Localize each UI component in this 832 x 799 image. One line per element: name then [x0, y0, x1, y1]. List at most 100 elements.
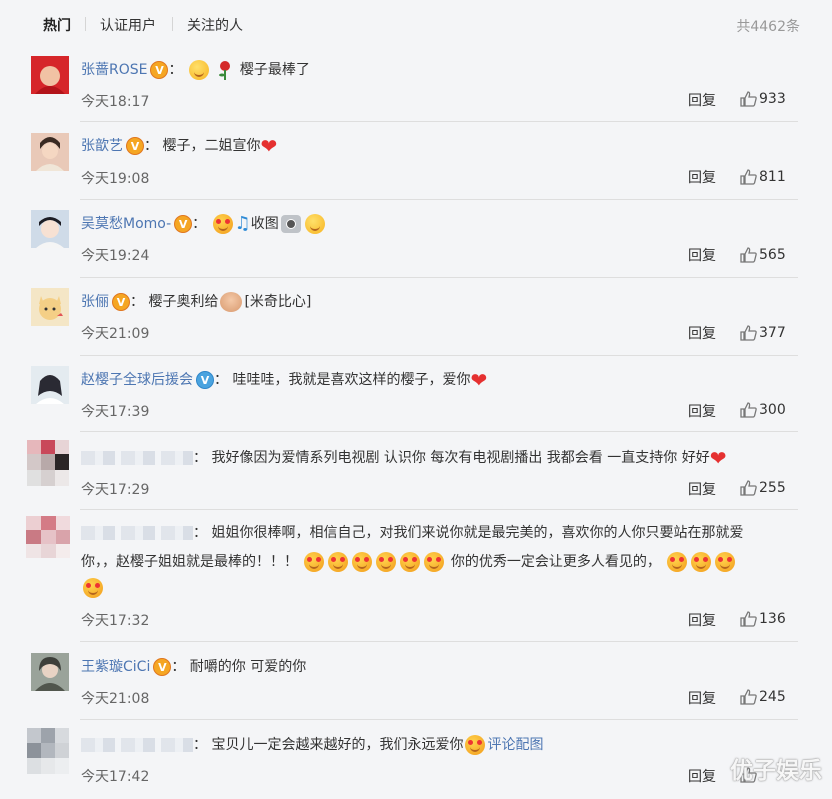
like-count: 377	[759, 325, 786, 341]
tab-divider	[172, 17, 173, 31]
username-link[interactable]: 吴莫愁Momo-	[81, 216, 171, 232]
comment-time: 今天17:42	[81, 769, 150, 785]
rose-emoji-icon	[219, 61, 231, 80]
comment-text-line-2: 你，，赵樱子姐姐就是最棒的！！！ 你的优秀一定会让更多人看见的，	[81, 550, 737, 574]
reply-button[interactable]: 回复	[688, 323, 716, 343]
comment-content: 你的优秀一定会让更多人看见的，	[450, 554, 661, 570]
comment-content-tag: [米奇比心]	[244, 294, 312, 310]
reply-button[interactable]: 回复	[688, 766, 716, 786]
heart-eyes-emoji-icon	[691, 552, 712, 572]
comment-item: 张歆艺 V： 樱子，二姐宣你❤ 今天19:08 回复 811	[0, 122, 832, 200]
tab-following[interactable]: 关注的人	[187, 15, 243, 35]
heart-emoji-icon: ❤	[470, 368, 488, 392]
reply-button[interactable]: 回复	[688, 90, 716, 110]
comment-item: 王紫璇CiCi V： 耐嚼的你 可爱的你 今天21:08 回复 245	[0, 642, 832, 720]
reply-button[interactable]: 回复	[688, 167, 716, 187]
comment-content: 我好像因为爱情系列电视剧 认识你 每次有电视剧播出 我都会看 一直支持你 好好	[211, 450, 710, 466]
tab-verified-users[interactable]: 认证用户	[100, 15, 156, 35]
like-button[interactable]: 245	[740, 689, 786, 705]
thumbs-up-icon	[740, 91, 757, 107]
verified-badge-icon: V	[126, 137, 144, 155]
avatar[interactable]	[26, 516, 70, 558]
comment-text: 张俪 V： 樱子奥利给 [米奇比心]	[81, 292, 312, 312]
kiss-emoji-icon	[304, 552, 325, 572]
avatar[interactable]	[31, 653, 69, 691]
kiss-emoji-icon	[424, 552, 445, 572]
comment-content: 宝贝儿一定会越来越好的，我们永远爱你	[211, 737, 464, 753]
comment-content: 哇哇哇，我就是喜欢这样的樱子，爱你	[232, 372, 471, 388]
verified-badge-icon: V	[150, 61, 169, 79]
like-button[interactable]: 565	[740, 247, 786, 263]
comment-item: ： 我好像因为爱情系列电视剧 认识你 每次有电视剧播出 我都会看 一直支持你 好…	[0, 432, 832, 510]
comment-time: 今天19:08	[81, 171, 150, 187]
music-note-icon: ♫	[234, 213, 251, 234]
camera-emoji-icon	[280, 215, 301, 233]
kiss-emoji-icon	[328, 552, 349, 572]
tab-hot[interactable]: 热门	[43, 15, 71, 35]
verified-badge-icon: V	[196, 371, 214, 389]
like-button[interactable]: 811	[740, 169, 786, 185]
avatar[interactable]	[31, 288, 69, 326]
thumbs-up-icon	[740, 480, 757, 496]
like-button[interactable]: 933	[740, 91, 786, 107]
comment-text: ： 宝贝儿一定会越来越好的，我们永远爱你 评论配图	[81, 733, 543, 757]
comment-text: 吴莫愁Momo- V： ♫收图	[81, 212, 327, 236]
like-count: 136	[759, 611, 786, 627]
comment-text: 赵樱子全球后援会 V： 哇哇哇，我就是喜欢这样的樱子，爱你❤	[81, 368, 488, 392]
comment-text-line-3	[81, 576, 105, 600]
comment-content: 樱子奥利给	[148, 294, 219, 310]
like-button[interactable]: 300	[740, 402, 786, 418]
username-link[interactable]: 张俪	[81, 294, 109, 310]
thumbs-up-icon	[740, 169, 757, 185]
comment-item: 吴莫愁Momo- V： ♫收图 今天19:24 回复 565	[0, 200, 832, 278]
comment-text: 张歆艺 V： 樱子，二姐宣你❤	[81, 134, 278, 158]
comment-text: ： 我好像因为爱情系列电视剧 认识你 每次有电视剧播出 我都会看 一直支持你 好…	[81, 446, 726, 470]
tab-divider	[85, 17, 86, 31]
like-count: 300	[759, 402, 786, 418]
username-link[interactable]: 赵樱子全球后援会	[81, 372, 193, 388]
heart-emoji-icon: ❤	[260, 134, 278, 158]
watermark: 优子娱乐	[730, 758, 822, 784]
comment-time: 今天21:09	[81, 326, 150, 342]
comment-total-count: 共4462条	[736, 19, 800, 35]
comment-time: 今天19:24	[81, 248, 150, 264]
blurred-username	[81, 738, 193, 752]
reply-button[interactable]: 回复	[688, 688, 716, 708]
thumbs-up-icon	[740, 689, 757, 705]
thumbs-up-icon	[740, 247, 757, 263]
avatar[interactable]	[31, 133, 69, 171]
avatar[interactable]	[31, 366, 69, 404]
reply-button[interactable]: 回复	[688, 479, 716, 499]
blurred-username	[81, 526, 193, 540]
like-button[interactable]: 136	[740, 611, 786, 627]
like-button[interactable]: 377	[740, 325, 786, 341]
adoring-emoji-icon	[465, 735, 486, 755]
verified-badge-icon: V	[174, 215, 193, 233]
comment-content: 樱子，二姐宣你	[162, 138, 261, 154]
avatar[interactable]	[31, 210, 69, 248]
heart-emoji-icon: ❤	[709, 446, 727, 470]
avatar[interactable]	[31, 56, 69, 94]
username-link[interactable]: 张蔷ROSE	[81, 62, 147, 78]
like-button[interactable]: 255	[740, 480, 786, 496]
kiss-emoji-icon	[400, 552, 421, 572]
comment-time: 今天21:08	[81, 691, 150, 707]
comment-filter-tabs: 热门 认证用户 关注的人 共4462条	[0, 0, 832, 50]
comment-content: 樱子最棒了	[239, 62, 310, 78]
verified-badge-icon: V	[112, 293, 130, 311]
like-count: 245	[759, 689, 786, 705]
username-link[interactable]: 王紫璇CiCi	[81, 659, 150, 675]
comment-time: 今天18:17	[81, 94, 150, 110]
reply-button[interactable]: 回复	[688, 245, 716, 265]
reply-button[interactable]: 回复	[688, 401, 716, 421]
comment-time: 今天17:39	[81, 404, 150, 420]
comment-text: 张蔷ROSE V： 樱子最棒了	[81, 60, 310, 80]
username-link[interactable]: 张歆艺	[81, 138, 123, 154]
avatar[interactable]	[27, 728, 69, 774]
thumbs-up-icon	[740, 402, 757, 418]
comment-content: 姐姐你很棒啊，相信自己，对我们来说你就是最完美的，喜欢你的人你只要站在那就爱	[211, 525, 744, 541]
avatar[interactable]	[27, 440, 69, 486]
like-count: 933	[759, 91, 786, 107]
comment-image-link[interactable]: 评论配图	[487, 737, 543, 753]
reply-button[interactable]: 回复	[688, 610, 716, 630]
